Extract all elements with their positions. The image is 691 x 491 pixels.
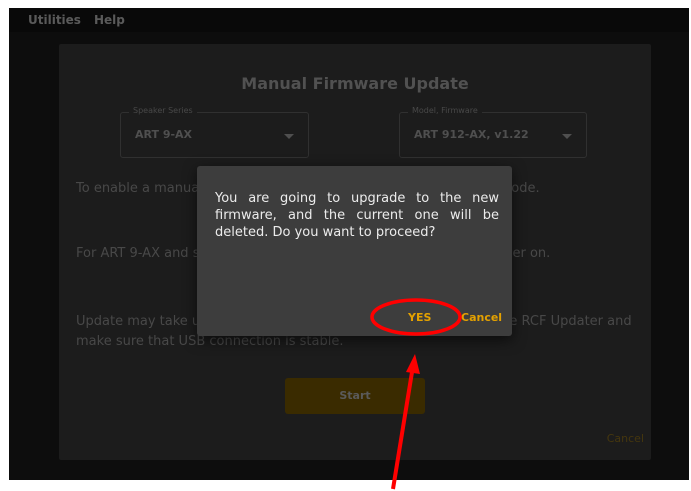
- yes-button[interactable]: YES: [408, 311, 431, 324]
- confirm-upgrade-modal: You are going to upgrade to the new firm…: [197, 166, 512, 336]
- confirm-message: You are going to upgrade to the new firm…: [215, 191, 499, 240]
- modal-cancel-button[interactable]: Cancel: [461, 311, 502, 324]
- app-window: Utilities Help Manual Firmware Update Sp…: [9, 8, 689, 480]
